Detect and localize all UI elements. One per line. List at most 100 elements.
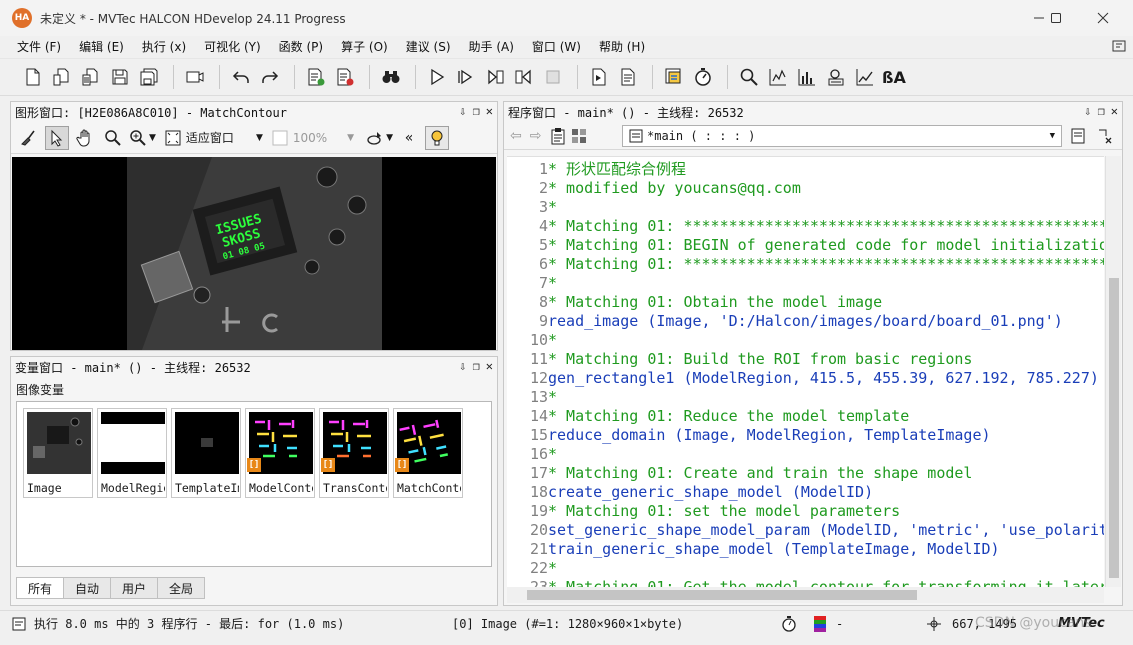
clear-window-button[interactable] (17, 126, 41, 150)
float-icon[interactable]: ❐ (1098, 104, 1105, 118)
back-arrow-icon[interactable]: ⇦ (510, 128, 522, 144)
code-line[interactable]: 4* Matching 01: ************************… (507, 217, 1104, 236)
profiler-button[interactable] (690, 64, 716, 90)
float-icon[interactable]: ❐ (473, 104, 480, 118)
variable-thumbnail-templateimage[interactable]: TemplateImage (171, 408, 241, 498)
code-line[interactable]: 3* (507, 198, 557, 217)
run-to-cursor-button[interactable] (586, 64, 612, 90)
add-breakpoint-button[interactable] (303, 64, 329, 90)
code-line[interactable]: 23* Matching 01: Get the model contour f… (507, 578, 1104, 587)
camera-button[interactable] (182, 64, 208, 90)
line-profile-button[interactable] (852, 64, 878, 90)
tab-user[interactable]: 用户 (111, 577, 159, 599)
context-help-icon[interactable] (1111, 38, 1127, 54)
font-button[interactable]: ßA (881, 64, 907, 90)
pin-icon[interactable]: ⇩ (459, 359, 466, 373)
code-line[interactable]: 9read_image (Image, 'D:/Halcon/images/bo… (507, 312, 1063, 331)
vertical-splitter[interactable] (499, 101, 502, 606)
chevron-down-icon[interactable]: ▼ (149, 133, 156, 143)
zoom-factor-combo[interactable]: 100% ▼ (267, 126, 358, 150)
close-panel-icon[interactable]: ✕ (486, 359, 493, 373)
code-line[interactable]: 12gen_rectangle1 (ModelRegion, 415.5, 45… (507, 369, 1099, 388)
code-line[interactable]: 17* Matching 01: Create and train the sh… (507, 464, 973, 483)
procedure-edit-icon[interactable] (1070, 127, 1088, 145)
draw-tools-button[interactable]: ▼ (366, 126, 393, 150)
procedure-delete-icon[interactable] (1096, 127, 1114, 145)
code-line[interactable]: 19* Matching 01: set the model parameter… (507, 502, 900, 521)
open-example-button[interactable] (78, 64, 104, 90)
stop-button[interactable] (540, 64, 566, 90)
new-file-button[interactable] (20, 64, 46, 90)
code-line[interactable]: 11* Matching 01: Build the ROI from basi… (507, 350, 973, 369)
code-line[interactable]: 22* (507, 559, 557, 578)
menu-help[interactable]: 帮助 (H) (590, 38, 654, 55)
hint-button[interactable] (425, 125, 450, 150)
procedure-selector[interactable]: *main ( : : : ) ▼ (622, 125, 1062, 147)
menu-edit[interactable]: 编辑 (E) (70, 38, 133, 55)
close-panel-icon[interactable]: ✕ (486, 104, 493, 118)
chevron-down-icon[interactable]: ▼ (256, 133, 263, 143)
grid-view-icon[interactable] (571, 128, 587, 144)
save-all-button[interactable] (136, 64, 162, 90)
maximize-button[interactable] (1033, 0, 1079, 36)
code-line[interactable]: 18create_generic_shape_model (ModelID) (507, 483, 873, 502)
pin-icon[interactable]: ⇩ (459, 104, 466, 118)
code-editor[interactable]: 1* 形状匹配综合例程 2* modified by youcans@qq.com… (507, 156, 1104, 587)
chevron-down-icon[interactable]: ▼ (386, 133, 393, 143)
variable-thumbnail-matchcontour[interactable]: [] MatchContour (393, 408, 463, 498)
pointer-tool-button[interactable] (45, 125, 69, 150)
find-button[interactable] (378, 64, 404, 90)
code-line[interactable]: 16* (507, 445, 557, 464)
menu-operators[interactable]: 算子 (O) (332, 38, 397, 55)
run-button[interactable] (424, 64, 450, 90)
pan-tool-button[interactable] (73, 126, 97, 150)
code-line[interactable]: 8* Matching 01: Obtain the model image (507, 293, 882, 312)
code-line[interactable]: 1* 形状匹配综合例程 (507, 160, 686, 179)
zoom-tool-button[interactable]: ▼ (129, 126, 156, 150)
zoom-button[interactable] (736, 64, 762, 90)
magnify-tool-button[interactable] (101, 126, 125, 150)
horizontal-scrollbar[interactable] (507, 587, 1104, 603)
close-button[interactable] (1080, 0, 1126, 36)
chevron-down-icon[interactable]: ▼ (347, 133, 354, 143)
menu-file[interactable]: 文件 (F) (0, 38, 70, 55)
undo-button[interactable] (228, 64, 254, 90)
menu-assistants[interactable]: 助手 (A) (460, 38, 523, 55)
save-button[interactable] (107, 64, 133, 90)
code-line[interactable]: 13* (507, 388, 557, 407)
procedure-button[interactable] (661, 64, 687, 90)
tab-auto[interactable]: 自动 (64, 577, 112, 599)
forward-arrow-icon[interactable]: ⇨ (530, 128, 542, 144)
variable-thumbnail-modelregion[interactable]: ModelRegion (97, 408, 167, 498)
redo-button[interactable] (257, 64, 283, 90)
close-panel-icon[interactable]: ✕ (1111, 104, 1118, 118)
float-icon[interactable]: ❐ (473, 359, 480, 373)
menu-suggestions[interactable]: 建议 (S) (397, 38, 460, 55)
remove-breakpoint-button[interactable] (332, 64, 358, 90)
code-line[interactable]: 14* Matching 01: Reduce the model templa… (507, 407, 909, 426)
collapse-toolbar-button[interactable]: « (397, 126, 421, 150)
step-into-button[interactable] (482, 64, 508, 90)
step-over-button[interactable] (453, 64, 479, 90)
reset-button[interactable] (615, 64, 641, 90)
variable-thumbnail-modelcontours[interactable]: [] ModelContours (245, 408, 315, 498)
feature-histogram-button[interactable] (794, 64, 820, 90)
menu-window[interactable]: 窗口 (W) (523, 38, 590, 55)
scrollbar-thumb[interactable] (527, 590, 917, 600)
variable-thumbnail-image[interactable]: Image (23, 408, 93, 498)
code-line[interactable]: 10* (507, 331, 557, 350)
open-button[interactable] (49, 64, 75, 90)
chevron-down-icon[interactable]: ▼ (1050, 131, 1055, 141)
graphics-canvas[interactable]: ISSUES SKOSS 01 08 05 (12, 157, 496, 350)
step-out-button[interactable] (511, 64, 537, 90)
code-line[interactable]: 6* Matching 01: ************************… (507, 255, 1104, 274)
tab-global[interactable]: 全局 (158, 577, 206, 599)
code-line[interactable]: 20set_generic_shape_model_param (ModelID… (507, 521, 1104, 540)
fit-window-button[interactable]: 适应窗口 ▼ (160, 126, 267, 150)
clipboard-icon[interactable] (549, 127, 567, 145)
vertical-scrollbar[interactable] (1105, 156, 1121, 587)
variable-thumbnail-transcontours[interactable]: [] TransContours (319, 408, 389, 498)
code-line[interactable]: 15reduce_domain (Image, ModelRegion, Tem… (507, 426, 991, 445)
menu-procedures[interactable]: 函数 (P) (270, 38, 332, 55)
menu-execute[interactable]: 执行 (x) (133, 38, 195, 55)
